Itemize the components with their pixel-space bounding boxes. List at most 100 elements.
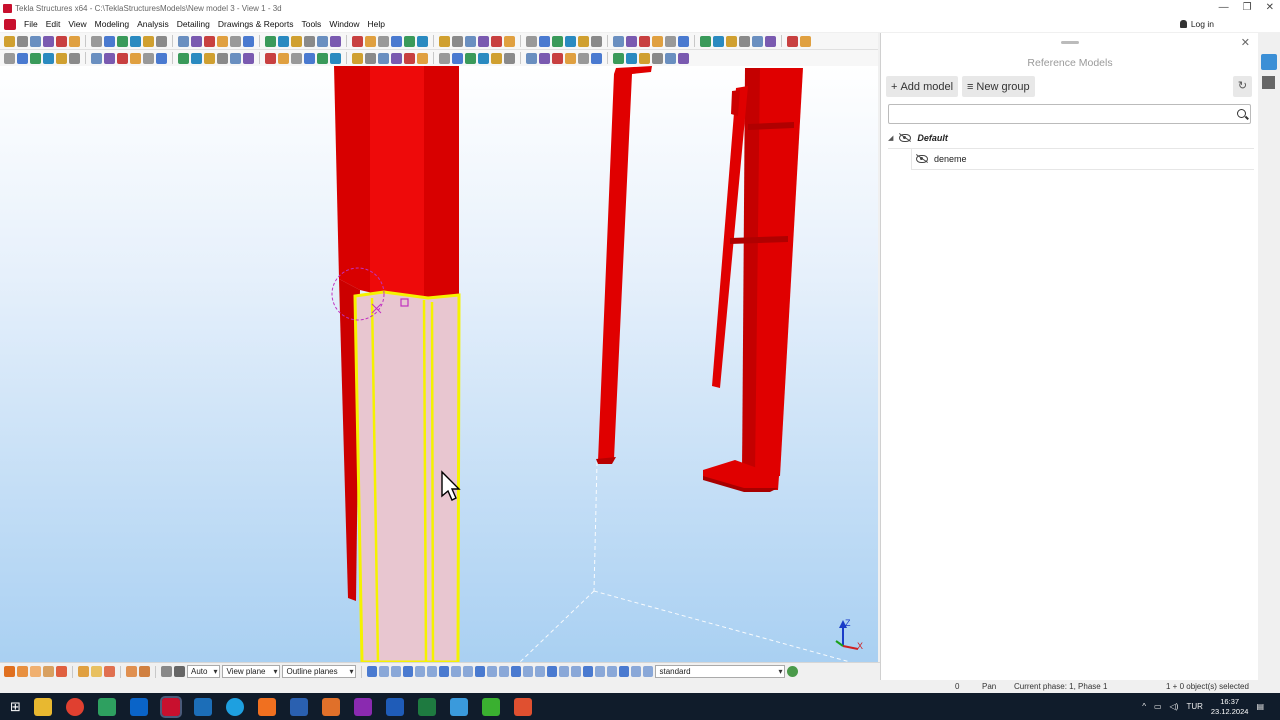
toolbar-command-icon[interactable]	[352, 52, 363, 64]
toolbar-command-icon[interactable]	[56, 52, 67, 64]
toolbar-command-icon[interactable]	[404, 35, 415, 47]
toolbar-command-icon[interactable]	[452, 35, 463, 47]
select-object-icon[interactable]	[174, 666, 185, 677]
work-plane-dropdown[interactable]: View plane	[222, 665, 281, 678]
toolbar-command-icon[interactable]	[43, 52, 54, 64]
volume-icon[interactable]: ◁)	[1170, 702, 1179, 711]
toolbar-command-icon[interactable]	[130, 35, 141, 47]
toolbar-command-icon[interactable]	[626, 35, 637, 47]
toolbar-command-icon[interactable]	[639, 35, 650, 47]
snap-switch-icon[interactable]	[427, 666, 438, 677]
snap-switch-icon[interactable]	[403, 666, 414, 677]
toolbar-command-icon[interactable]	[417, 52, 428, 64]
notification-icon[interactable]: ▤	[1256, 702, 1264, 711]
menu-tools[interactable]: Tools	[301, 19, 321, 29]
toolbar-command-icon[interactable]	[739, 35, 750, 47]
toolbar-command-icon[interactable]	[230, 35, 241, 47]
snap-switch-icon[interactable]	[367, 666, 378, 677]
word-icon[interactable]	[385, 697, 404, 716]
skype-icon[interactable]	[225, 697, 244, 716]
toolbar-command-icon[interactable]	[378, 35, 389, 47]
toolbar-command-icon[interactable]	[365, 52, 376, 64]
tree-group-default[interactable]: ◢ Default	[888, 128, 1254, 149]
toolbar-command-icon[interactable]	[278, 35, 289, 47]
toolbar-command-icon[interactable]	[17, 52, 28, 64]
select-grids-icon[interactable]	[139, 666, 150, 677]
toolbar-command-icon[interactable]	[752, 35, 763, 47]
select-components-icon[interactable]	[78, 666, 89, 677]
toolbar-command-icon[interactable]	[626, 52, 637, 64]
toolbar-command-icon[interactable]	[104, 52, 115, 64]
toolbar-command-icon[interactable]	[4, 35, 15, 47]
snap-switch-icon[interactable]	[391, 666, 402, 677]
toolbar-command-icon[interactable]	[678, 35, 689, 47]
toolbar-command-icon[interactable]	[91, 35, 102, 47]
filter-settings-icon[interactable]	[787, 666, 799, 677]
snap-switch-icon[interactable]	[415, 666, 426, 677]
toolbar-command-icon[interactable]	[578, 35, 589, 47]
snap-switch-icon[interactable]	[535, 666, 546, 677]
snap-switch-icon[interactable]	[487, 666, 498, 677]
toolbar-command-icon[interactable]	[265, 35, 276, 47]
toolbar-command-icon[interactable]	[591, 35, 602, 47]
autocad-icon[interactable]	[257, 697, 276, 716]
toolbar-command-icon[interactable]	[652, 35, 663, 47]
toolbar-command-icon[interactable]	[565, 35, 576, 47]
select-welds-icon[interactable]	[56, 666, 67, 677]
reference-search-input[interactable]	[888, 104, 1251, 124]
visibility-eye-icon[interactable]	[916, 155, 928, 163]
selection-mode-dropdown[interactable]: Auto	[187, 665, 221, 678]
toolbar-command-icon[interactable]	[613, 35, 624, 47]
tekla-logo-icon[interactable]	[4, 18, 16, 30]
toolbar-command-icon[interactable]	[69, 35, 80, 47]
excel-icon[interactable]	[417, 697, 436, 716]
language-indicator[interactable]: TUR	[1186, 702, 1202, 711]
toolbar-command-icon[interactable]	[526, 35, 537, 47]
select-points-icon[interactable]	[43, 666, 54, 677]
toolbar-command-icon[interactable]	[104, 35, 115, 47]
snap-switch-icon[interactable]	[571, 666, 582, 677]
toolbar-command-icon[interactable]	[69, 52, 80, 64]
select-connections-icon[interactable]	[104, 666, 115, 677]
snap-switch-icon[interactable]	[463, 666, 474, 677]
tree-model-deneme[interactable]: deneme	[911, 149, 1254, 170]
toolbar-command-icon[interactable]	[191, 52, 202, 64]
tray-chevron-icon[interactable]: ^	[1142, 702, 1146, 711]
menu-window[interactable]: Window	[329, 19, 359, 29]
menu-analysis[interactable]: Analysis	[137, 19, 169, 29]
toolbar-command-icon[interactable]	[178, 52, 189, 64]
select-parts-icon[interactable]	[17, 666, 28, 677]
toolbar-command-icon[interactable]	[43, 35, 54, 47]
toolbar-command-icon[interactable]	[665, 35, 676, 47]
toolbar-command-icon[interactable]	[230, 52, 241, 64]
toolbar-command-icon[interactable]	[130, 52, 141, 64]
toolbar-command-icon[interactable]	[465, 52, 476, 64]
select-all-icon[interactable]	[4, 666, 15, 677]
toolbar-command-icon[interactable]	[265, 52, 276, 64]
matlab-icon[interactable]	[321, 697, 340, 716]
model-canvas[interactable]: Z X	[0, 66, 878, 662]
toolbar-command-icon[interactable]	[317, 35, 328, 47]
properties-tab-icon[interactable]	[1261, 54, 1277, 70]
catalog-tab-icon[interactable]	[1262, 76, 1275, 89]
toolbar-command-icon[interactable]	[639, 52, 650, 64]
toolbar-command-icon[interactable]	[291, 35, 302, 47]
toolbar-command-icon[interactable]	[787, 35, 798, 47]
menu-view[interactable]: View	[68, 19, 86, 29]
snap-switch-icon[interactable]	[523, 666, 534, 677]
snap-switch-icon[interactable]	[379, 666, 390, 677]
outlook-icon[interactable]	[129, 697, 148, 716]
toolbar-command-icon[interactable]	[552, 52, 563, 64]
toolbar-command-icon[interactable]	[665, 52, 676, 64]
restore-button[interactable]: ❐	[1243, 2, 1252, 13]
toolbar-command-icon[interactable]	[178, 35, 189, 47]
menu-edit[interactable]: Edit	[46, 19, 61, 29]
toolbar-command-icon[interactable]	[491, 52, 502, 64]
refresh-icon[interactable]: ↻	[1233, 76, 1252, 97]
network-icon[interactable]: ▭	[1154, 702, 1162, 711]
toolbar-command-icon[interactable]	[591, 52, 602, 64]
close-button[interactable]: ✕	[1266, 2, 1274, 13]
visibility-eye-icon[interactable]	[899, 134, 912, 142]
toolbar-command-icon[interactable]	[117, 35, 128, 47]
toolbar-command-icon[interactable]	[304, 35, 315, 47]
